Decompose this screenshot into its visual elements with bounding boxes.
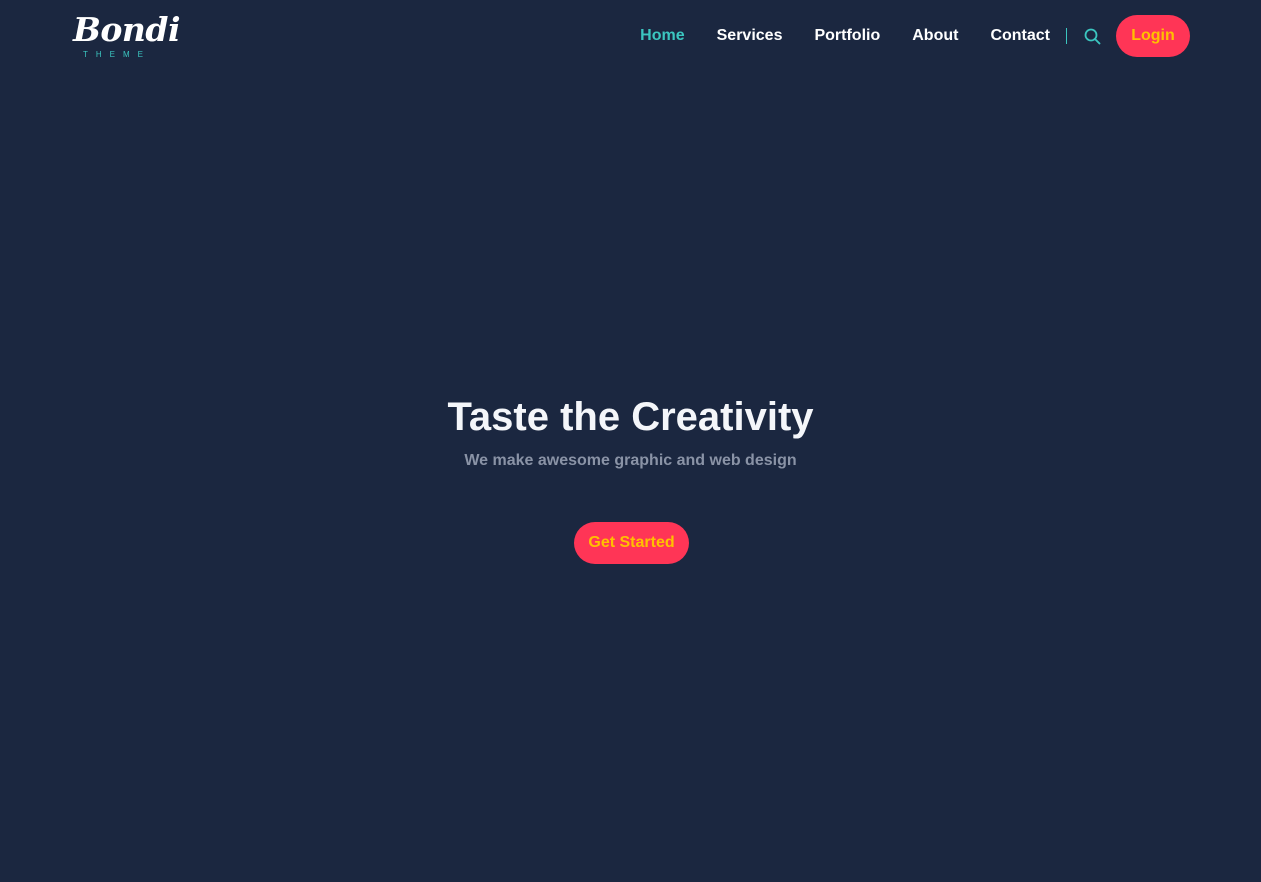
hero-subtitle: We make awesome graphic and web design (464, 452, 797, 469)
nav-item-contact[interactable]: Contact (990, 15, 1050, 57)
logo-wordmark: Bondi (73, 10, 181, 49)
get-started-button[interactable]: Get Started (574, 522, 689, 564)
hero-title: Taste the Creativity (447, 395, 814, 439)
logo-subtitle: THEME (83, 50, 151, 59)
site-header: Bondi THEME Home Services Portfolio Abou… (0, 0, 1261, 72)
search-icon-glyph (1084, 28, 1100, 44)
main-nav: Home Services Portfolio About Contact Lo… (640, 15, 1190, 57)
nav-divider (1066, 28, 1067, 44)
site-logo[interactable]: Bondi THEME (73, 10, 181, 62)
nav-item-portfolio[interactable]: Portfolio (814, 15, 880, 57)
nav-item-home[interactable]: Home (640, 15, 684, 57)
nav-item-services[interactable]: Services (717, 15, 783, 57)
nav-item-about[interactable]: About (912, 15, 958, 57)
hero-section: Taste the Creativity We make awesome gra… (0, 0, 1261, 882)
search-icon[interactable] (1083, 27, 1101, 45)
login-button[interactable]: Login (1116, 15, 1190, 57)
